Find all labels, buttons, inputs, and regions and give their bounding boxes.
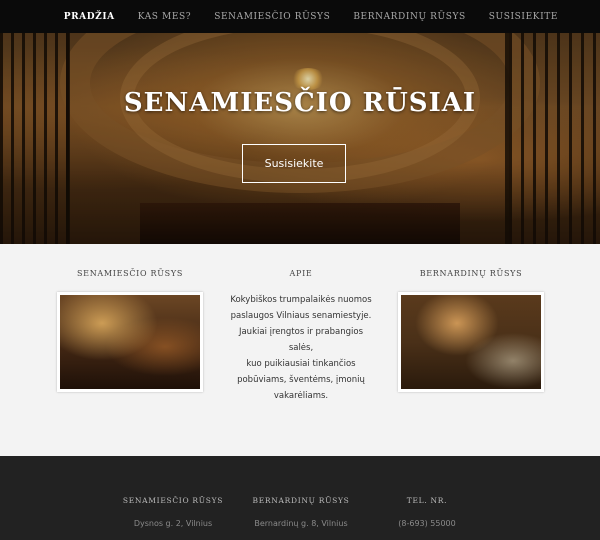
senamiescio-photo[interactable] xyxy=(57,292,203,392)
nav-menu: Pradžia Kas mes? Senamiesčio rūsys Berna… xyxy=(41,0,558,33)
bernardinu-photo-image xyxy=(401,295,541,389)
senamiescio-column: Senamiesčio rūsys xyxy=(57,244,203,392)
hero-overlay xyxy=(0,33,600,244)
main-content: Senamiesčio rūsys Apie Kokybiškos trumpa… xyxy=(0,244,600,456)
footer-bernardinu-title: Bernardinų rūsys xyxy=(252,496,350,505)
footer-phone: Tel. nr. (8-693) 55000 xyxy=(372,456,482,528)
footer-phone-number[interactable]: (8-693) 55000 xyxy=(372,519,482,528)
footer-senamiescio-title: Senamiesčio rūsys xyxy=(122,496,224,505)
senamiescio-title: Senamiesčio rūsys xyxy=(76,269,184,278)
footer-bernardinu-address: Bernardinų g. 8, Vilnius xyxy=(254,519,348,528)
bernardinu-column: Bernardinų rūsys xyxy=(398,244,544,392)
bernardinu-title: Bernardinų rūsys xyxy=(419,269,523,278)
nav-item-susisiekite[interactable]: Susisiekite xyxy=(489,12,558,22)
footer-phone-title: Tel. nr. xyxy=(406,496,448,505)
about-line: pobūviams, šventėms, įmonių xyxy=(237,375,365,385)
hero-banner: SENAMIESČIO RŪSIAI Susisiekite xyxy=(0,33,600,244)
nav-item-bernardinu-rusys[interactable]: Bernardinų rūsys xyxy=(353,12,465,22)
senamiescio-photo-image xyxy=(60,295,200,389)
footer-senamiescio-address: Dysnos g. 2, Vilnius xyxy=(133,519,213,528)
bernardinu-photo[interactable] xyxy=(398,292,544,392)
contact-button[interactable]: Susisiekite xyxy=(242,144,346,183)
about-column: Apie Kokybiškos trumpalaikės nuomos pasl… xyxy=(228,244,374,404)
footer-bernardinu: Bernardinų rūsys Bernardinų g. 8, Vilniu… xyxy=(246,456,356,528)
about-text: Kokybiškos trumpalaikės nuomos paslaugos… xyxy=(228,292,374,404)
nav-item-pradzia[interactable]: Pradžia xyxy=(64,12,115,22)
nav-item-kas-mes[interactable]: Kas mes? xyxy=(138,12,191,22)
about-line: paslaugos Vilniaus senamiestyje. xyxy=(230,311,372,321)
footer: Senamiesčio rūsys Dysnos g. 2, Vilnius B… xyxy=(0,456,600,540)
footer-senamiescio: Senamiesčio rūsys Dysnos g. 2, Vilnius xyxy=(118,456,228,528)
about-line: vakarėliams. xyxy=(273,391,329,401)
about-line: Kokybiškos trumpalaikės nuomos xyxy=(230,295,372,305)
nav-item-senamiescio-rusys[interactable]: Senamiesčio rūsys xyxy=(214,12,330,22)
about-title: Apie xyxy=(289,269,313,278)
top-navigation: Pradžia Kas mes? Senamiesčio rūsys Berna… xyxy=(0,0,600,33)
about-line: Jaukiai įrengtos ir prabangios salės, xyxy=(238,327,364,353)
about-line: kuo puikiausiai tinkančios xyxy=(246,359,356,369)
hero-title: SENAMIESČIO RŪSIAI xyxy=(123,88,477,118)
